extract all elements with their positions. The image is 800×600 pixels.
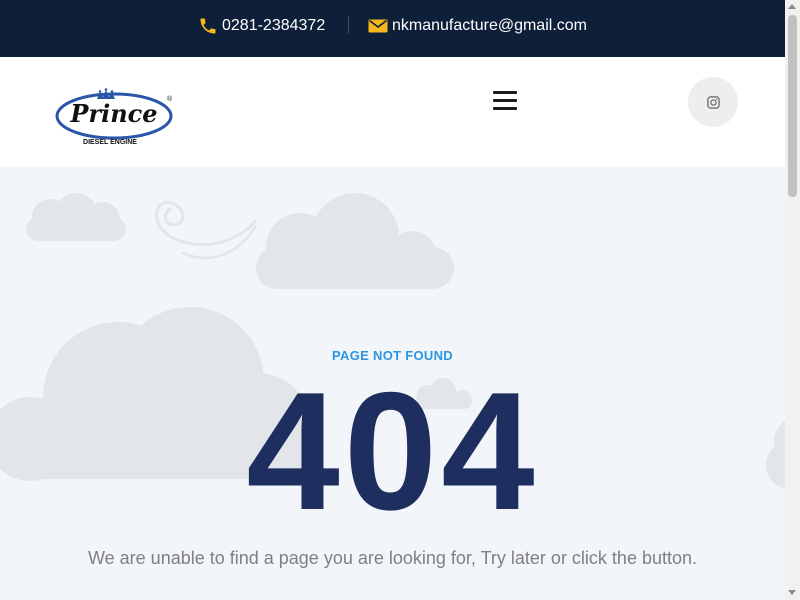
prince-diesel-engine-logo[interactable]: Prince ® DIESEL ENGINE bbox=[50, 86, 174, 148]
instagram-button[interactable] bbox=[688, 77, 738, 127]
scroll-down-arrow-icon[interactable] bbox=[788, 590, 796, 595]
logo-registered-mark: ® bbox=[167, 95, 173, 103]
phone-contact[interactable]: 0281-2384372 bbox=[198, 15, 325, 37]
email-address[interactable]: nkmanufacture@gmail.com bbox=[392, 17, 587, 35]
phone-icon bbox=[200, 18, 216, 34]
scrollbar-thumb[interactable] bbox=[788, 15, 797, 197]
logo-tagline: DIESEL ENGINE bbox=[83, 139, 137, 146]
scroll-up-arrow-icon[interactable] bbox=[788, 4, 796, 9]
error-code: 404 bbox=[246, 357, 539, 545]
envelope-icon bbox=[368, 19, 388, 33]
instagram-icon bbox=[706, 95, 720, 109]
contact-divider bbox=[348, 16, 349, 34]
cloud-shape bbox=[26, 193, 126, 241]
site-header: Prince ® DIESEL ENGINE bbox=[0, 57, 785, 167]
top-contact-bar: 0281-2384372 nkmanufacture@gmail.com bbox=[0, 0, 785, 57]
email-contact[interactable]: nkmanufacture@gmail.com bbox=[368, 15, 587, 37]
hamburger-menu-icon[interactable] bbox=[490, 87, 520, 117]
wind-swirl bbox=[155, 200, 257, 246]
error-message: We are unable to find a page you are loo… bbox=[87, 548, 698, 568]
error-page-content: PAGE NOT FOUND 404 We are unable to find… bbox=[0, 167, 785, 600]
vertical-scrollbar[interactable] bbox=[785, 0, 800, 600]
logo-brand-text: Prince bbox=[69, 99, 157, 128]
cloud-shape bbox=[256, 193, 454, 289]
phone-number[interactable]: 0281-2384372 bbox=[222, 17, 325, 35]
crown-icon bbox=[97, 88, 115, 99]
